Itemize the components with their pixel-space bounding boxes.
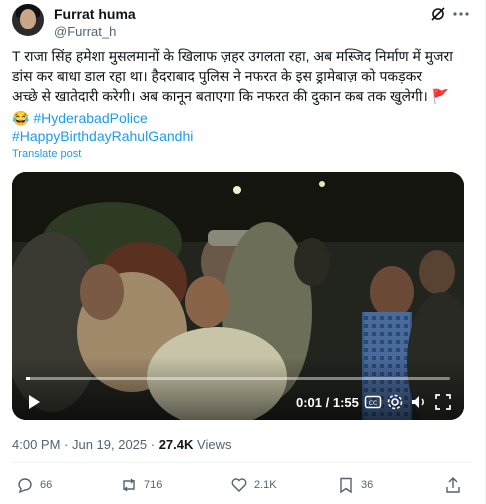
avatar[interactable] [12, 4, 44, 36]
video-frame [12, 172, 464, 420]
grok-icon[interactable] [430, 6, 446, 22]
like-button[interactable]: 2.1K [230, 475, 277, 495]
video-progress-fill [26, 377, 30, 380]
timestamp[interactable]: 4:00 PM · Jun 19, 2025 · [12, 437, 159, 452]
bookmark-icon [340, 477, 352, 494]
settings-gear-icon[interactable] [386, 393, 404, 411]
volume-icon[interactable] [410, 393, 428, 411]
laugh-emoji: 😂 [12, 110, 30, 126]
reply-count: 66 [40, 479, 53, 491]
reply-icon [18, 478, 32, 494]
post-text-line: डांस कर बाधा डाल रहा था। हैदराबाद पुलिस … [12, 68, 423, 84]
post-text-line: अच्छे से खातेदारी करेगी। अब कानून बताएगा… [12, 88, 450, 104]
svg-text:CC: CC [369, 400, 377, 407]
fullscreen-icon[interactable] [434, 393, 452, 411]
repost-icon [123, 478, 135, 492]
repost-count: 716 [144, 479, 163, 491]
video-time: 0:01 / 1:55 [296, 395, 359, 410]
post-text: T राजा सिंह हमेशा मुसलमानों के खिलाफ ज़ह… [12, 46, 467, 106]
bookmark-count: 36 [361, 479, 374, 491]
hashtag-line-1: 😂 #HyderabadPolice [12, 109, 148, 127]
hashtag-hyderabad-police[interactable]: #HyderabadPolice [33, 110, 147, 126]
more-options-icon[interactable] [452, 6, 470, 22]
bookmark-button[interactable]: 36 [337, 475, 373, 495]
video-progress-bar[interactable] [26, 377, 450, 380]
translate-post-link[interactable]: Translate post [12, 148, 81, 160]
post-card: Furrat huma @Furrat_h T राजा सिंह हमेशा … [0, 0, 486, 504]
views-label: Views [193, 437, 232, 452]
views-count: 27.4K [158, 437, 194, 452]
hashtag-happy-birthday[interactable]: #HappyBirthdayRahulGandhi [12, 127, 193, 145]
like-count: 2.1K [254, 479, 277, 491]
post-text-line: T राजा सिंह हमेशा मुसलमानों के खिलाफ ज़ह… [12, 48, 453, 64]
repost-button[interactable]: 716 [120, 475, 162, 495]
post-meta: 4:00 PM · Jun 19, 2025 · 27.4K Views [12, 437, 231, 452]
flag-emoji: 🚩 [431, 88, 450, 104]
author-name[interactable]: Furrat huma [54, 6, 136, 22]
heart-icon [231, 478, 247, 492]
video-player[interactable]: 0:01 / 1:55 CC [12, 172, 464, 420]
play-icon[interactable] [26, 394, 42, 410]
author-handle[interactable]: @Furrat_h [54, 24, 116, 39]
captions-icon[interactable]: CC [364, 393, 382, 411]
share-button[interactable] [444, 475, 462, 495]
reply-button[interactable]: 66 [16, 475, 52, 495]
share-icon [446, 477, 460, 493]
divider [12, 462, 473, 463]
